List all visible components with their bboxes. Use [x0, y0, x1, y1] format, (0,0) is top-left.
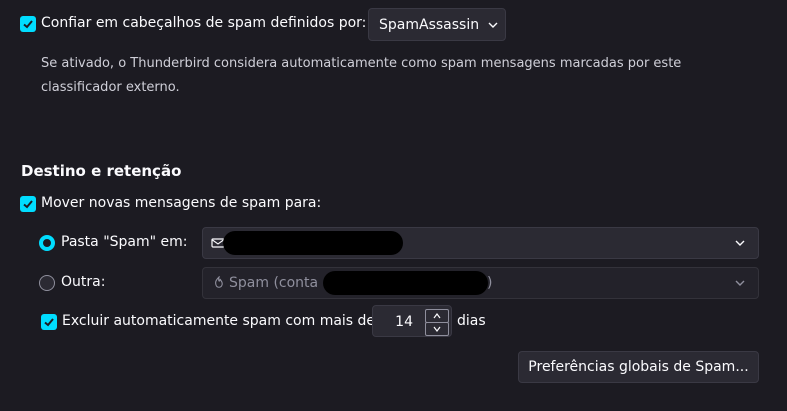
days-suffix: dias	[457, 313, 486, 329]
auto-delete-checkbox[interactable]	[41, 314, 57, 330]
spam-classifier-value: SpamAssassin	[379, 16, 480, 33]
global-spam-preferences-button[interactable]: Preferências globais de Spam...	[518, 351, 759, 383]
other-folder-value-suffix: )	[487, 275, 493, 291]
days-input[interactable]: 14	[395, 314, 413, 330]
spam-classifier-dropdown[interactable]: SpamAssassin	[368, 8, 506, 41]
other-folder-radio[interactable]	[39, 275, 55, 291]
trust-spam-headers-label[interactable]: Confiar em cabeçalhos de spam definidos …	[41, 15, 366, 31]
other-folder-dropdown[interactable]: Spam (conta )	[202, 267, 759, 299]
chevron-down-icon	[487, 19, 499, 31]
checkmark-icon	[23, 20, 33, 29]
checkmark-icon	[44, 318, 54, 327]
spam-folder-icon	[212, 275, 226, 294]
chevron-down-icon	[433, 326, 441, 332]
checkmark-icon	[23, 200, 33, 209]
move-spam-checkbox[interactable]	[20, 196, 36, 212]
trust-spam-headers-checkbox[interactable]	[20, 16, 36, 32]
chevron-down-icon	[734, 237, 746, 253]
other-folder-label[interactable]: Outra:	[61, 274, 105, 290]
spam-folder-radio[interactable]	[39, 235, 55, 251]
other-folder-value: Spam (conta	[229, 275, 319, 291]
spam-account-dropdown[interactable]	[202, 227, 759, 259]
chevron-up-icon	[433, 313, 441, 319]
days-increment-button[interactable]	[425, 309, 449, 323]
chevron-down-icon	[734, 277, 746, 293]
spam-headers-description: Se ativado, o Thunderbird considera auto…	[41, 56, 682, 95]
spam-folder-label[interactable]: Pasta "Spam" em:	[61, 234, 188, 250]
days-stepper[interactable]: 14	[372, 305, 452, 337]
days-decrement-button[interactable]	[425, 322, 449, 336]
redacted-account-name	[223, 231, 403, 255]
section-heading: Destino e retenção	[21, 162, 182, 180]
auto-delete-label[interactable]: Excluir automaticamente spam com mais de	[62, 313, 375, 329]
redacted-account-name	[323, 271, 488, 295]
move-spam-label[interactable]: Mover novas mensagens de spam para:	[41, 195, 321, 211]
global-spam-preferences-label: Preferências globais de Spam...	[528, 359, 749, 375]
